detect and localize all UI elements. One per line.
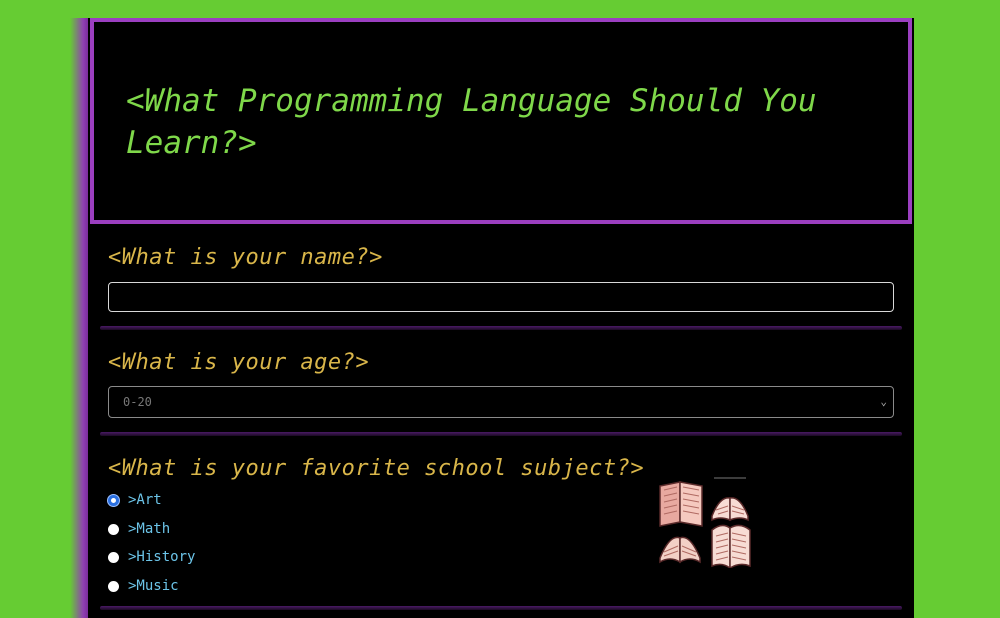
radio-button[interactable]: [108, 580, 119, 592]
radio-option-math[interactable]: >Math: [108, 519, 170, 539]
radio-option-music[interactable]: >Music: [108, 576, 179, 596]
radio-button[interactable]: [108, 494, 119, 506]
book-icon: [711, 477, 749, 522]
radio-option-history[interactable]: >History: [108, 547, 195, 567]
radio-button[interactable]: [108, 551, 119, 563]
question-subject: <What is your favorite school subject?> …: [90, 438, 912, 610]
radio-button[interactable]: [108, 523, 119, 535]
age-select[interactable]: 0-20 ⌄: [108, 386, 894, 418]
page-title: <What Programming Language Should You Le…: [126, 83, 817, 161]
age-select-value: 0-20: [123, 395, 152, 409]
open-books-icon: [659, 477, 751, 568]
radio-label: >History: [128, 549, 196, 565]
question-name: <What is your name?>: [90, 226, 912, 330]
book-icon: [659, 536, 701, 564]
chevron-down-icon: ⌄: [880, 395, 887, 408]
book-icon: [659, 481, 703, 527]
question-name-label: <What is your name?>: [108, 245, 383, 270]
quiz-header: <What Programming Language Should You Le…: [90, 18, 912, 224]
radio-option-art[interactable]: >Art: [108, 490, 162, 510]
radio-label: >Music: [128, 578, 179, 594]
radio-label: >Math: [128, 521, 171, 537]
name-input[interactable]: [108, 282, 894, 312]
book-icon: [711, 524, 751, 568]
question-subject-label: <What is your favorite school subject?>: [108, 456, 645, 481]
radio-label: >Art: [128, 492, 162, 508]
question-age: <What is your age?> 0-20 ⌄: [90, 332, 912, 436]
question-age-label: <What is your age?>: [108, 350, 370, 375]
